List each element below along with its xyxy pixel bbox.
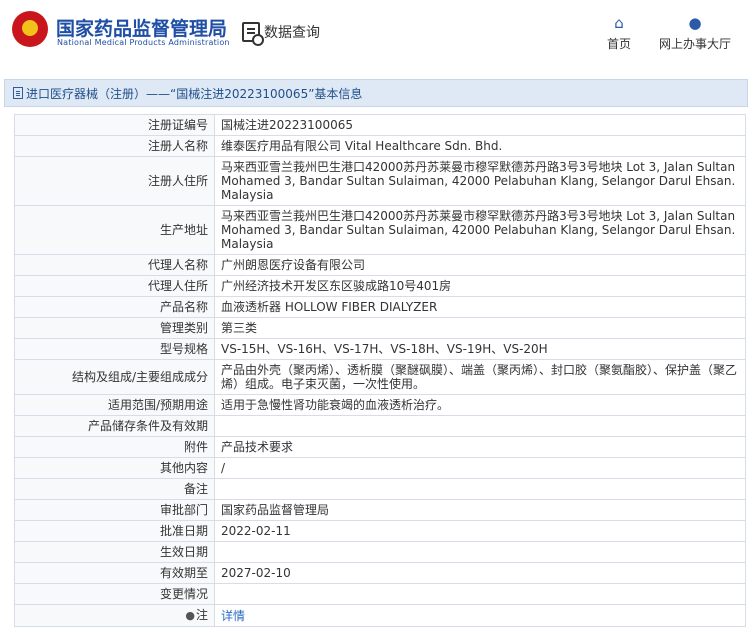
table-row: 产品名称 血液透析器 HOLLOW FIBER DIALYZER: [14, 296, 746, 318]
table-row: 代理人住所 广州经济技术开发区东区骏成路10号401房: [14, 275, 746, 297]
row-label: 代理人名称: [14, 254, 215, 276]
site-header: 国家药品监督管理局 National Medical Products Admi…: [0, 0, 752, 64]
row-value: 适用于急慢性肾功能衰竭的血液透析治疗。: [214, 394, 746, 416]
table-row: 适用范围/预期用途 适用于急慢性肾功能衰竭的血液透析治疗。: [14, 394, 746, 416]
row-label: 变更情况: [14, 583, 215, 605]
details-link[interactable]: 详情: [221, 609, 245, 623]
site-name: 国家药品监督管理局: [56, 18, 228, 40]
row-label: 生产地址: [14, 205, 215, 255]
table-row: 其他内容 /: [14, 457, 746, 479]
table-row: 生产地址 马来西亚雪兰莪州巴生港口42000苏丹苏莱曼市穆罕默德苏丹路3号3号地…: [14, 205, 746, 255]
row-value: 广州朗恩医疗设备有限公司: [214, 254, 746, 276]
table-row: ●注 详情: [14, 604, 746, 627]
table-row: 备注: [14, 478, 746, 500]
table-row: 注册人名称 维泰医疗用品有限公司 Vital Healthcare Sdn. B…: [14, 135, 746, 157]
row-value: VS-15H、VS-16H、VS-17H、VS-18H、VS-19H、VS-20…: [214, 338, 746, 360]
table-row: 管理类别 第三类: [14, 317, 746, 339]
breadcrumb: 进口医疗器械（注册）——“国械注进20223100065”基本信息: [4, 79, 748, 107]
detail-table: 注册证编号 国械注进20223100065 注册人名称 维泰医疗用品有限公司 V…: [14, 114, 746, 627]
row-value: [214, 583, 746, 605]
row-value: /: [214, 457, 746, 479]
row-label: 产品储存条件及有效期: [14, 415, 215, 437]
document-icon: [13, 87, 23, 99]
nav-home-label: 首页: [606, 37, 631, 51]
row-label: 其他内容: [14, 457, 215, 479]
row-label: 备注: [14, 478, 215, 500]
row-label: 代理人住所: [14, 275, 215, 297]
row-label: 附件: [14, 436, 215, 458]
person-icon: ●: [688, 14, 702, 32]
home-icon: ⌂: [614, 14, 624, 32]
table-row: 产品储存条件及有效期: [14, 415, 746, 437]
table-row: 审批部门 国家药品监督管理局: [14, 499, 746, 521]
table-row: 型号规格 VS-15H、VS-16H、VS-17H、VS-18H、VS-19H、…: [14, 338, 746, 360]
document-search-icon: [242, 22, 264, 46]
note-label: ●注: [14, 604, 215, 627]
row-value: 产品技术要求: [214, 436, 746, 458]
table-row: 附件 产品技术要求: [14, 436, 746, 458]
row-label: 有效期至: [14, 562, 215, 584]
row-value: [214, 415, 746, 437]
nav-online-office-label: 网上办事大厅: [658, 37, 731, 51]
note-label-text: 注: [195, 608, 208, 622]
row-value: [214, 541, 746, 563]
row-label: 产品名称: [14, 296, 215, 318]
emblem-logo: [12, 11, 48, 47]
row-value: 2027-02-10: [214, 562, 746, 584]
row-value: 国械注进20223100065: [214, 114, 746, 136]
row-label: 型号规格: [14, 338, 215, 360]
row-value: 2022-02-11: [214, 520, 746, 542]
table-row: 注册证编号 国械注进20223100065: [14, 114, 746, 136]
data-query-link[interactable]: 数据查询: [242, 20, 320, 46]
table-row: 生效日期: [14, 541, 746, 563]
row-value: [214, 478, 746, 500]
table-row: 批准日期 2022-02-11: [14, 520, 746, 542]
row-value: 国家药品监督管理局: [214, 499, 746, 521]
row-value: 血液透析器 HOLLOW FIBER DIALYZER: [214, 296, 746, 318]
row-label: 管理类别: [14, 317, 215, 339]
row-label: 结构及组成/主要组成成分: [14, 359, 215, 395]
row-label: 注册证编号: [14, 114, 215, 136]
row-label: 审批部门: [14, 499, 215, 521]
table-row: 代理人名称 广州朗恩医疗设备有限公司: [14, 254, 746, 276]
row-value: 详情: [214, 604, 746, 627]
table-row: 注册人住所 马来西亚雪兰莪州巴生港口42000苏丹苏莱曼市穆罕默德苏丹路3号3号…: [14, 156, 746, 206]
row-value: 广州经济技术开发区东区骏成路10号401房: [214, 275, 746, 297]
lightbulb-icon: ●: [185, 609, 195, 622]
data-query-label: 数据查询: [264, 25, 320, 41]
breadcrumb-text: 进口医疗器械（注册）——“国械注进20223100065”基本信息: [26, 86, 363, 101]
row-value: 维泰医疗用品有限公司 Vital Healthcare Sdn. Bhd.: [214, 135, 746, 157]
row-value: 产品由外壳（聚丙烯）、透析膜（聚醚砜膜）、端盖（聚丙烯）、封口胶（聚氨酯胶）、保…: [214, 359, 746, 395]
row-label: 生效日期: [14, 541, 215, 563]
row-label: 批准日期: [14, 520, 215, 542]
table-row: 有效期至 2027-02-10: [14, 562, 746, 584]
table-row: 变更情况: [14, 583, 746, 605]
site-name-en: National Medical Products Administration: [57, 38, 230, 47]
row-value: 第三类: [214, 317, 746, 339]
row-label: 适用范围/预期用途: [14, 394, 215, 416]
row-value: 马来西亚雪兰莪州巴生港口42000苏丹苏莱曼市穆罕默德苏丹路3号3号地块 Lot…: [214, 156, 746, 206]
row-label: 注册人名称: [14, 135, 215, 157]
nav-online-office[interactable]: ● 网上办事大厅: [654, 14, 736, 52]
row-value: 马来西亚雪兰莪州巴生港口42000苏丹苏莱曼市穆罕默德苏丹路3号3号地块 Lot…: [214, 205, 746, 255]
row-label: 注册人住所: [14, 156, 215, 206]
nav-home[interactable]: ⌂ 首页: [602, 14, 636, 52]
table-row: 结构及组成/主要组成成分 产品由外壳（聚丙烯）、透析膜（聚醚砜膜）、端盖（聚丙烯…: [14, 359, 746, 395]
